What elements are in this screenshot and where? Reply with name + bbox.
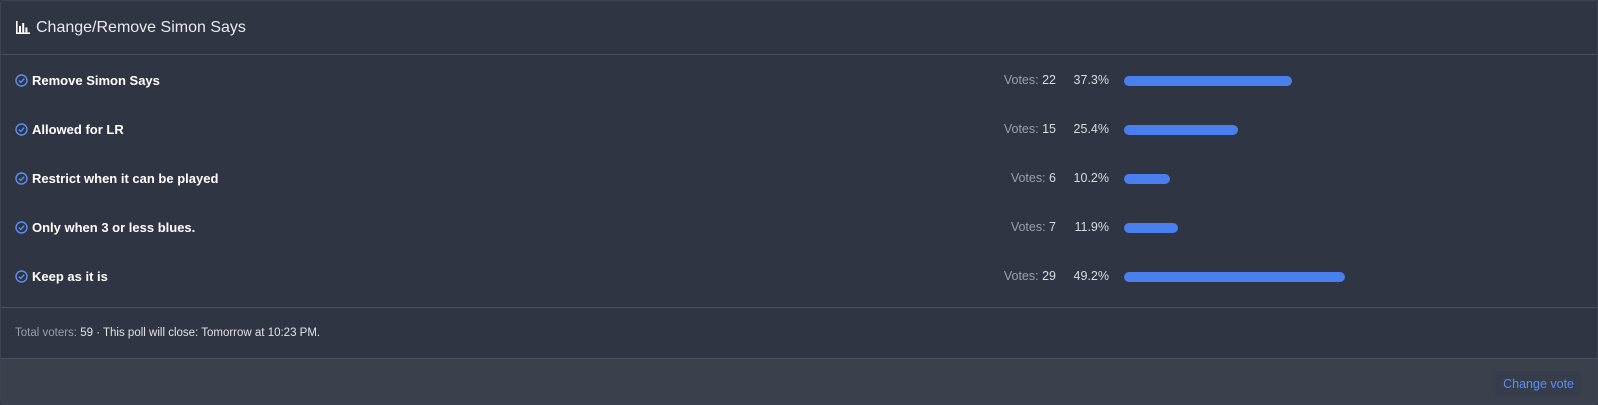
option-bar-fill: [1124, 125, 1239, 135]
option-label: Restrict when it can be played: [32, 171, 219, 186]
option-bar-fill: [1124, 272, 1346, 282]
bar-chart-icon: [16, 20, 30, 35]
option-votes: Votes: 7: [1010, 220, 1056, 234]
option-label: Allowed for LR: [32, 122, 124, 137]
option-bar-fill: [1124, 174, 1170, 184]
check-circle-icon: [15, 221, 28, 234]
poll-header: Change/Remove Simon Says: [1, 1, 1597, 55]
poll-option[interactable]: Keep as it is Votes: 29 49.2%: [1, 267, 1597, 287]
poll-title: Change/Remove Simon Says: [36, 18, 246, 36]
option-bar-fill: [1124, 223, 1178, 233]
poll-close-text: This poll will close: Tomorrow at 10:23 …: [103, 327, 321, 339]
option-votes: Votes: 29: [1003, 269, 1056, 283]
option-bar: [1124, 223, 1574, 233]
poll-option[interactable]: Restrict when it can be played Votes: 6 …: [1, 169, 1597, 189]
option-percent: 11.9%: [1074, 220, 1109, 234]
option-label: Keep as it is: [32, 269, 108, 284]
option-bar: [1124, 76, 1574, 86]
option-bar: [1124, 125, 1574, 135]
option-votes: Votes: 15: [1003, 122, 1056, 136]
option-label: Remove Simon Says: [32, 73, 160, 88]
check-circle-icon: [15, 74, 28, 87]
option-bar: [1124, 174, 1574, 184]
summary-separator: ·: [93, 327, 104, 339]
change-vote-button[interactable]: Change vote: [1495, 371, 1582, 396]
poll-summary: Total voters: 59 · This poll will close:…: [15, 327, 320, 339]
poll-block: Change/Remove Simon Says Remove Simon Sa…: [0, 0, 1598, 405]
option-votes: Votes: 22: [1003, 73, 1056, 87]
divider: [1, 307, 1597, 308]
poll-options: Remove Simon Says Votes: 22 37.3% Allowe…: [1, 55, 1597, 307]
poll-option[interactable]: Remove Simon Says Votes: 22 37.3%: [1, 71, 1597, 91]
poll-option[interactable]: Only when 3 or less blues. Votes: 7 11.9…: [1, 218, 1597, 238]
option-votes: Votes: 6: [1010, 171, 1056, 185]
option-percent: 10.2%: [1073, 171, 1109, 185]
option-percent: 25.4%: [1073, 122, 1109, 136]
total-voters-label: Total voters:: [15, 327, 81, 339]
check-circle-icon: [15, 123, 28, 136]
option-percent: 49.2%: [1073, 269, 1109, 283]
total-voters-value: 59: [80, 327, 93, 339]
option-label: Only when 3 or less blues.: [32, 220, 196, 235]
poll-option[interactable]: Allowed for LR Votes: 15 25.4%: [1, 120, 1597, 140]
poll-footer: Change vote: [1, 358, 1597, 404]
check-circle-icon: [15, 172, 28, 185]
check-circle-icon: [15, 270, 28, 283]
option-percent: 37.3%: [1073, 73, 1109, 87]
option-bar-fill: [1124, 76, 1292, 86]
option-bar: [1124, 272, 1574, 282]
